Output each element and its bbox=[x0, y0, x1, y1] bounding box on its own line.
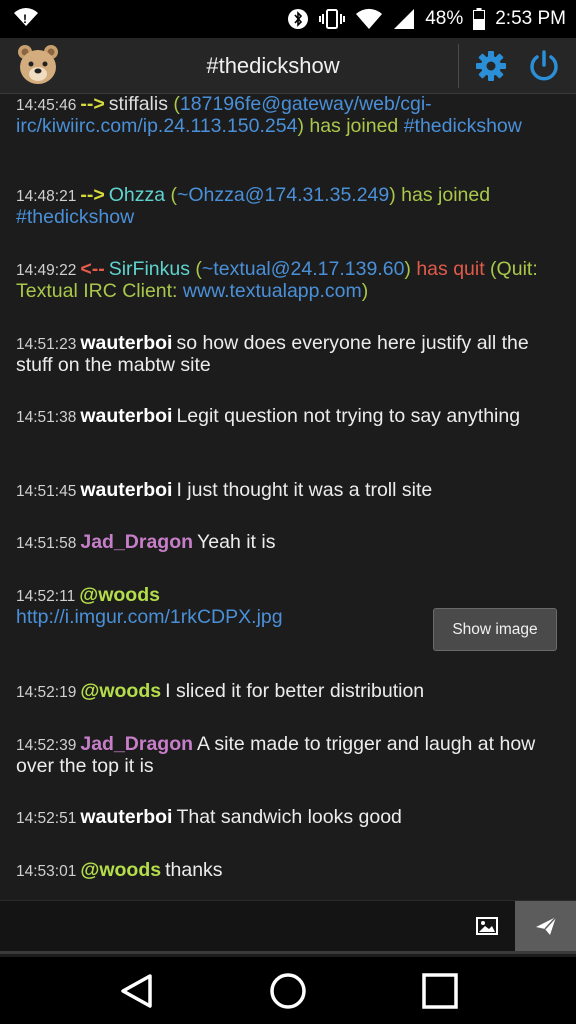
app-bar: #thedickshow bbox=[0, 38, 576, 94]
nick[interactable]: Jad_Dragon bbox=[80, 733, 193, 755]
message-quit: 14:49:22 <-- SirFinkus (~textual@24.17.139… bbox=[16, 258, 538, 302]
nick[interactable]: wauterboi bbox=[80, 332, 172, 354]
message-text: thanks bbox=[165, 859, 223, 881]
channel-link[interactable]: #thedickshow bbox=[404, 115, 522, 137]
message-input[interactable] bbox=[0, 901, 456, 951]
message-join: 14:48:21 --> Ohzza (~Ohzza@174.31.35.249) … bbox=[16, 184, 491, 228]
join-arrow: --> bbox=[80, 184, 105, 206]
nick[interactable]: @woods bbox=[80, 680, 161, 702]
chat-message: 14:52:19 @woods I sliced it for better dis… bbox=[16, 681, 556, 703]
chat-message: 14:53:01 @woods thanks bbox=[16, 860, 556, 882]
timestamp: 14:52:39 bbox=[16, 737, 77, 754]
chat-message: 14:52:51 wauterboi That sandwich looks goo… bbox=[16, 807, 556, 829]
message-text: I sliced it for better distribution bbox=[165, 680, 425, 702]
image-link[interactable]: http://i.imgur.com/1rkCDPX.jpg bbox=[16, 606, 283, 628]
nick[interactable]: @woods bbox=[79, 584, 160, 606]
recents-icon[interactable] bbox=[418, 969, 462, 1013]
chat-message: 14:52:39 Jad_Dragon A site made to trigger… bbox=[16, 734, 556, 777]
timestamp: 14:48:21 bbox=[16, 188, 77, 205]
power-icon[interactable] bbox=[524, 46, 564, 86]
message-text: I just thought it was a troll site bbox=[176, 479, 433, 501]
divider bbox=[458, 44, 459, 88]
status-bar: ! 48% 2:53 PM bbox=[0, 0, 576, 38]
signal-wifi-icon bbox=[355, 8, 383, 30]
nick[interactable]: wauterboi bbox=[80, 479, 172, 501]
input-underline bbox=[0, 951, 576, 954]
chat-message: 14:51:45 wauterboi I just thought it was a… bbox=[16, 480, 556, 502]
timestamp: 14:45:46 bbox=[16, 97, 77, 114]
send-icon[interactable] bbox=[515, 901, 576, 951]
nick[interactable]: Ohzza bbox=[109, 184, 165, 206]
timestamp: 14:51:23 bbox=[16, 336, 77, 353]
timestamp: 14:53:01 bbox=[16, 863, 77, 880]
nick[interactable]: wauterboi bbox=[80, 806, 172, 828]
cell-signal-icon bbox=[393, 8, 415, 30]
nick[interactable]: Jad_Dragon bbox=[80, 531, 193, 553]
timestamp: 14:52:11 bbox=[16, 588, 76, 605]
message-list[interactable]: 14:45:46 --> stiffalis (187196fe@gateway/w… bbox=[0, 94, 576, 900]
gear-icon[interactable] bbox=[472, 46, 510, 86]
nick[interactable]: stiffalis bbox=[109, 94, 168, 115]
battery-icon bbox=[473, 8, 486, 30]
composer bbox=[0, 900, 576, 954]
quit-arrow: <-- bbox=[80, 258, 105, 280]
clock: 2:53 PM bbox=[495, 8, 566, 29]
home-icon[interactable] bbox=[266, 969, 310, 1013]
system-nav-bar bbox=[0, 957, 576, 1024]
message-text: Legit question not trying to say anythin… bbox=[176, 405, 521, 427]
vibrate-icon bbox=[319, 8, 346, 30]
chat-message: 14:51:38 wauterboi Legit question not tryi… bbox=[16, 406, 556, 428]
back-icon[interactable] bbox=[114, 969, 158, 1013]
host-link[interactable]: ~Ohzza@174.31.35.249 bbox=[177, 184, 389, 206]
message-join: 14:45:46 --> stiffalis (187196fe@gateway/w… bbox=[16, 94, 522, 137]
timestamp: 14:51:58 bbox=[16, 535, 77, 552]
timestamp: 14:52:51 bbox=[16, 810, 77, 827]
wifi-icon: ! bbox=[12, 6, 40, 33]
timestamp: 14:51:45 bbox=[16, 483, 77, 500]
svg-text:!: ! bbox=[23, 12, 27, 26]
channel-link[interactable]: #thedickshow bbox=[16, 206, 134, 228]
timestamp: 14:52:19 bbox=[16, 684, 77, 701]
chat-message: 14:51:58 Jad_Dragon Yeah it is bbox=[16, 532, 556, 554]
timestamp: 14:51:38 bbox=[16, 409, 77, 426]
bluetooth-icon bbox=[287, 8, 309, 30]
message-text: Yeah it is bbox=[197, 531, 276, 553]
image-icon[interactable] bbox=[458, 901, 515, 951]
timestamp: 14:49:22 bbox=[16, 262, 77, 279]
nick[interactable]: SirFinkus bbox=[109, 258, 190, 280]
url-link[interactable]: www.textualapp.com bbox=[183, 280, 362, 302]
show-image-button[interactable]: Show image bbox=[433, 608, 557, 651]
battery-percent: 48% bbox=[425, 8, 464, 29]
join-arrow: --> bbox=[80, 94, 105, 115]
nick[interactable]: wauterboi bbox=[80, 405, 172, 427]
message-text: That sandwich looks good bbox=[176, 806, 402, 828]
host-link[interactable]: ~textual@24.17.139.60 bbox=[202, 258, 405, 280]
chat-message: 14:51:23 wauterboi so how does everyone he… bbox=[16, 333, 556, 376]
chat-message-image: 14:52:11 @woods http://i.imgur.com/1rkCDP… bbox=[16, 585, 426, 628]
nick[interactable]: @woods bbox=[80, 859, 161, 881]
